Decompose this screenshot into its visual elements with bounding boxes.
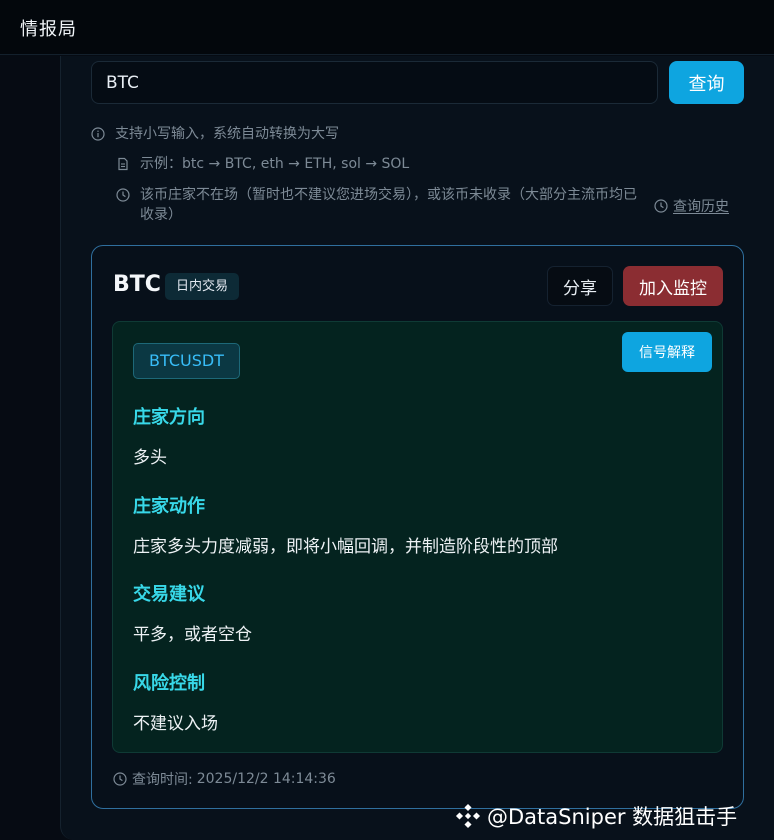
top-bar: 情报局 <box>0 0 774 55</box>
watermark-text: @DataSniper 数据狙击手 <box>487 805 738 829</box>
hint-example-text: 示例：btc → BTC, eth → ETH, sol → SOL <box>140 156 410 172</box>
info-icon <box>91 127 105 141</box>
hint-uppercase: 支持小写输入，系统自动转换为大写 <box>91 124 339 144</box>
share-button[interactable]: 分享 <box>547 266 613 306</box>
query-time: 查询时间: 2025/12/2 14:14:36 <box>113 769 336 789</box>
add-monitor-button[interactable]: 加入监控 <box>623 266 723 306</box>
signal-explain-button[interactable]: 信号解释 <box>622 332 712 372</box>
watermark: @DataSniper 数据狙击手 <box>455 800 737 832</box>
section-text-risk: 不建议入场 <box>133 714 218 734</box>
query-history-link[interactable]: 查询历史 <box>654 196 729 216</box>
search-input[interactable] <box>91 61 658 104</box>
clock-icon <box>654 199 668 213</box>
section-title-action: 庄家动作 <box>133 496 205 517</box>
clock-icon <box>116 188 130 202</box>
coin-symbol: BTC <box>113 272 161 297</box>
binance-square-logo-icon <box>455 803 481 829</box>
query-time-label: 查询时间: <box>132 772 193 788</box>
hint-absent: 该币庄家不在场（暂时也不建议您进场交易），或该币未收录（大部分主流币均已收录） <box>116 185 646 225</box>
section-title-risk: 风险控制 <box>133 673 205 694</box>
hint-example: 示例：btc → BTC, eth → ETH, sol → SOL <box>116 154 409 174</box>
query-time-value: 2025/12/2 14:14:36 <box>196 771 336 787</box>
query-history-label[interactable]: 查询历史 <box>673 196 729 216</box>
query-button[interactable]: 查询 <box>669 61 744 104</box>
clock-icon <box>113 772 127 786</box>
pair-badge: BTCUSDT <box>133 343 240 379</box>
section-text-advice: 平多，或者空仓 <box>133 625 252 645</box>
section-text-action: 庄家多头力度减弱，即将小幅回调，并制造阶段性的顶部 <box>133 537 558 557</box>
section-text-direction: 多头 <box>133 448 167 468</box>
trade-type-tag: 日内交易 <box>165 273 240 300</box>
hint-absent-text: 该币庄家不在场（暂时也不建议您进场交易），或该币未收录（大部分主流币均已收录） <box>140 187 637 223</box>
document-icon <box>118 157 128 171</box>
app-title: 情报局 <box>20 19 77 40</box>
section-title-advice: 交易建议 <box>133 584 205 605</box>
hint-uppercase-text: 支持小写输入，系统自动转换为大写 <box>115 126 339 142</box>
section-title-direction: 庄家方向 <box>133 407 205 428</box>
